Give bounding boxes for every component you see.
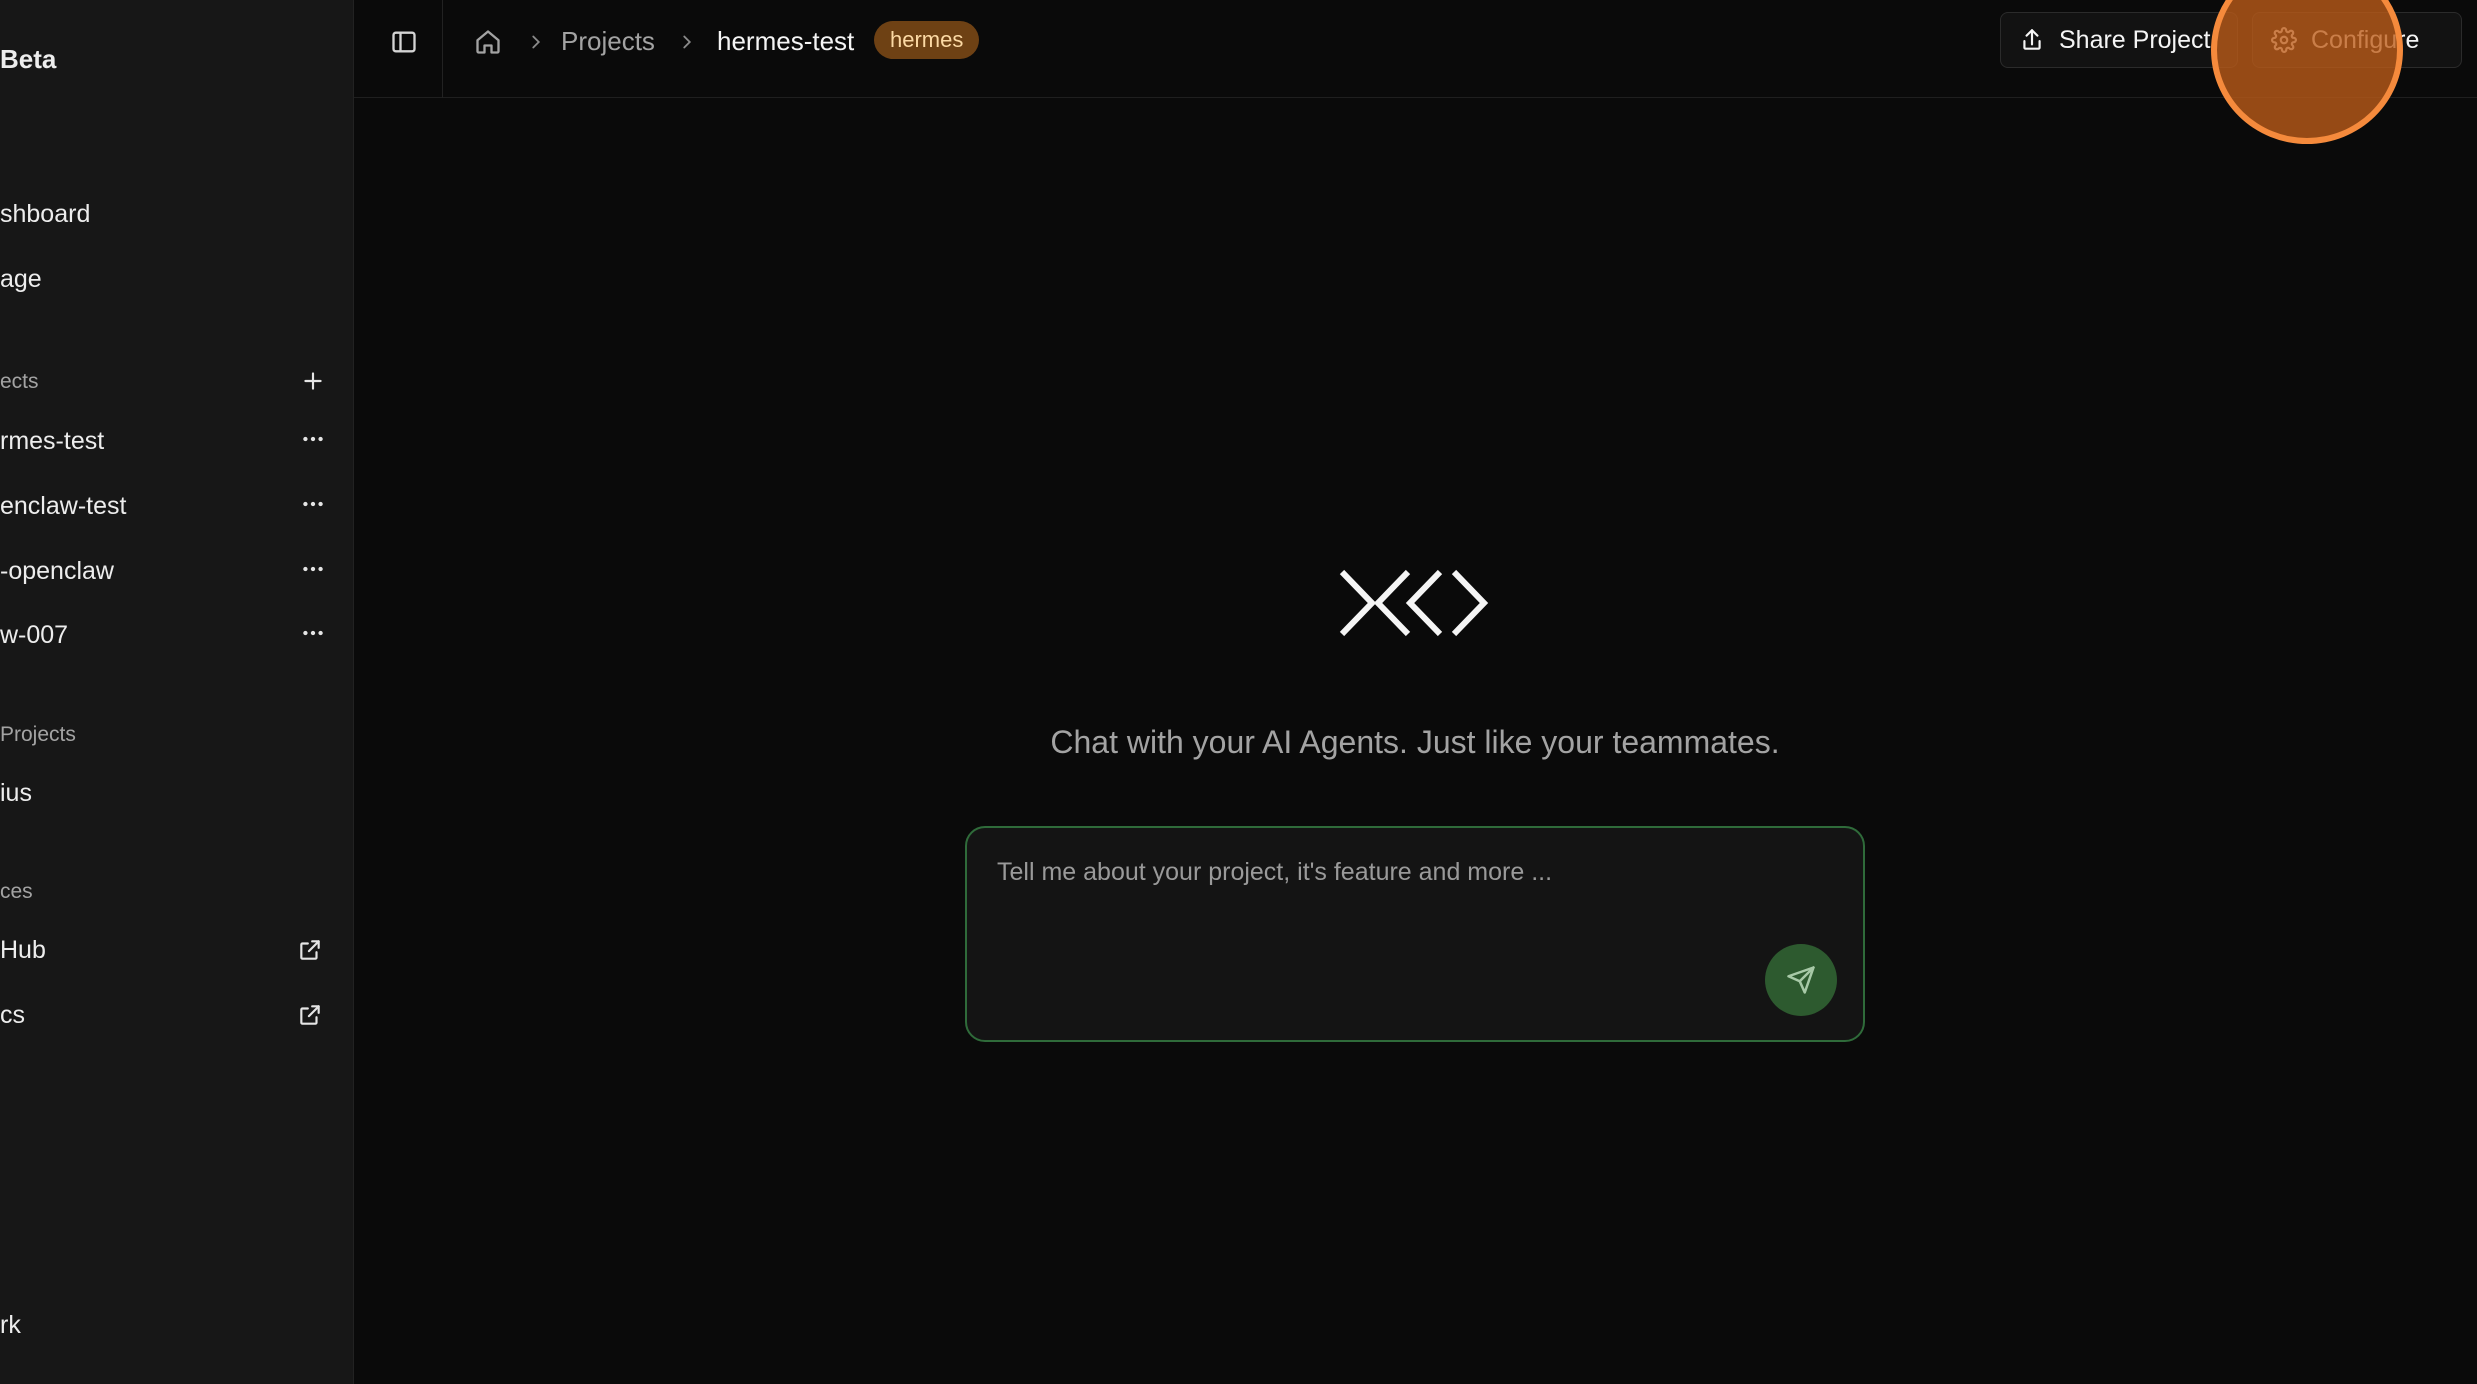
resources-heading: ces	[0, 880, 33, 903]
configure-button[interactable]: Configure	[2252, 12, 2462, 68]
chevron-right-icon	[673, 28, 701, 56]
send-icon	[1787, 966, 1815, 994]
tagline-text: Chat with your AI Agents. Just like your…	[1050, 724, 1780, 760]
sidebar: Beta shboard age ects rmes-test enclaw-t…	[0, 0, 354, 1384]
external-link-icon[interactable]	[292, 997, 328, 1033]
sidebar-resource-item[interactable]: cs	[0, 1001, 25, 1030]
sidebar-project-item[interactable]: rmes-test	[0, 427, 104, 456]
brand-label: Beta	[0, 44, 57, 74]
more-options-icon[interactable]	[295, 615, 331, 651]
sidebar-toggle-icon[interactable]	[384, 22, 424, 62]
chevron-right-icon	[522, 28, 550, 56]
projects-heading: ects	[0, 370, 39, 393]
sidebar-project-item[interactable]: w-007	[0, 621, 68, 650]
sidebar-project-item[interactable]: enclaw-test	[0, 492, 126, 521]
breadcrumb-current-project: hermes-test	[717, 26, 855, 56]
top-header: Projects hermes-test hermes Share Projec…	[354, 0, 2477, 98]
chat-composer	[965, 826, 1865, 1042]
home-icon[interactable]	[468, 22, 508, 62]
sidebar-shared-project-item[interactable]: ius	[0, 779, 32, 808]
shared-projects-heading: Projects	[0, 723, 76, 746]
share-project-button[interactable]: Share Project	[2000, 12, 2238, 68]
sidebar-footer-item[interactable]: rk	[0, 1311, 21, 1340]
configure-label: Configure	[2311, 25, 2420, 54]
share-icon	[2023, 29, 2041, 50]
project-type-badge: hermes	[874, 21, 980, 59]
external-link-icon[interactable]	[292, 932, 328, 968]
sidebar-item-usage[interactable]: age	[0, 265, 42, 294]
sidebar-project-item[interactable]: -openclaw	[0, 557, 114, 586]
breadcrumb-projects-link[interactable]: Projects	[561, 26, 655, 57]
gear-icon	[2271, 27, 2297, 53]
sidebar-resource-item[interactable]: Hub	[0, 936, 46, 965]
share-project-label: Share Project	[2059, 25, 2211, 54]
send-button[interactable]	[1765, 944, 1837, 1016]
sidebar-item-dashboard[interactable]: shboard	[0, 200, 90, 229]
header-divider	[442, 0, 443, 98]
more-options-icon[interactable]	[295, 421, 331, 457]
chat-input[interactable]	[995, 856, 1815, 976]
app-logo-icon	[1339, 569, 1489, 637]
more-options-icon[interactable]	[295, 551, 331, 587]
add-project-icon[interactable]	[295, 363, 331, 399]
more-options-icon[interactable]	[295, 486, 331, 522]
